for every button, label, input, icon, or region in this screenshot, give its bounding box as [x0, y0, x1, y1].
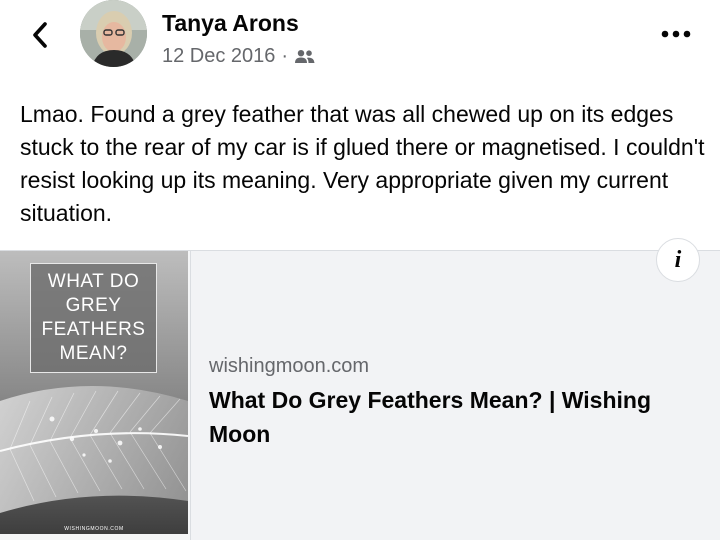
post-text: Lmao. Found a grey feather that was all …: [20, 101, 705, 226]
link-info: wishingmoon.com What Do Grey Feathers Me…: [190, 251, 720, 540]
link-title[interactable]: What Do Grey Feathers Mean? | Wishing Mo…: [209, 383, 709, 451]
back-button[interactable]: [24, 18, 56, 52]
more-horizontal-icon: [661, 30, 691, 38]
post-meta: 12 Dec 2016 ·: [162, 45, 316, 68]
link-thumbnail: WHAT DO GREY FEATHERS MEAN? WISHINGMOON.…: [0, 251, 188, 534]
thumbnail-title: WHAT DO GREY FEATHERS MEAN?: [30, 263, 157, 373]
avatar[interactable]: [80, 0, 147, 67]
info-button[interactable]: i: [656, 238, 700, 282]
chevron-left-icon: [33, 22, 47, 48]
friends-icon: [295, 49, 315, 63]
post-date[interactable]: 12 Dec 2016: [162, 45, 275, 68]
author-name[interactable]: Tanya Arons: [162, 10, 299, 37]
link-domain: wishingmoon.com: [209, 355, 370, 377]
info-icon: i: [674, 246, 682, 273]
avatar-image: [80, 0, 147, 67]
thumbnail-footer: WISHINGMOON.COM: [64, 526, 124, 532]
meta-separator: ·: [281, 45, 289, 67]
link-preview-card[interactable]: WHAT DO GREY FEATHERS MEAN? WISHINGMOON.…: [0, 250, 720, 540]
more-options-button[interactable]: [656, 24, 696, 44]
